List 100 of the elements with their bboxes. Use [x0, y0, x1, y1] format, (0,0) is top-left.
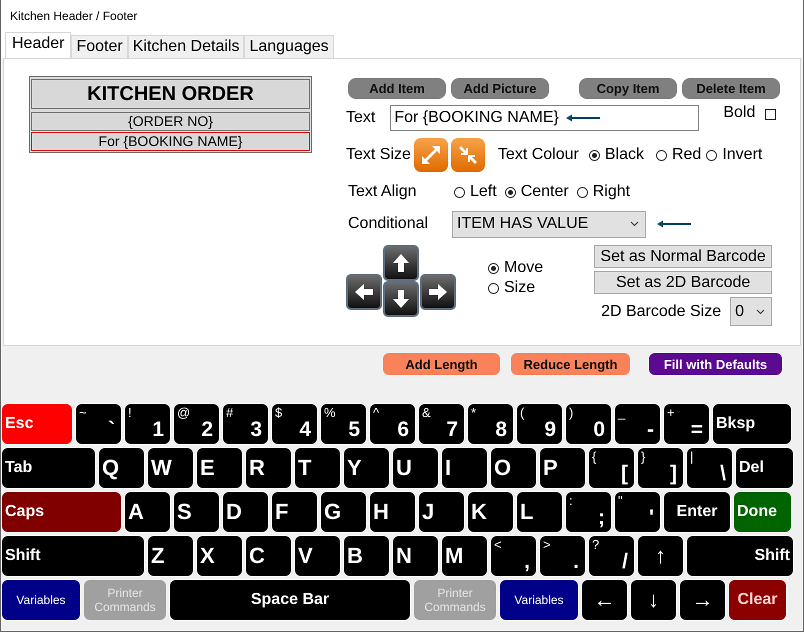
- barcode-button[interactable]: Set as 2D Barcode: [594, 271, 772, 294]
- key[interactable]: ( 9: [517, 404, 562, 444]
- arrow-icon: [390, 288, 412, 310]
- key[interactable]: Bksp: [713, 404, 791, 444]
- radio-label: Center: [520, 183, 569, 201]
- key[interactable]: U: [393, 448, 438, 488]
- shrink-button[interactable]: [450, 138, 485, 172]
- radio-button[interactable]: [488, 282, 499, 294]
- conditional-dropdown[interactable]: ITEM HAS VALUE: [452, 210, 646, 238]
- length-button[interactable]: Reduce Length: [511, 353, 630, 375]
- key[interactable]: % 5: [321, 404, 366, 444]
- toolbar-button[interactable]: Copy Item: [579, 78, 677, 99]
- key[interactable]: Shift: [2, 536, 144, 576]
- key[interactable]: Del: [736, 448, 793, 488]
- radio-button[interactable]: [504, 186, 516, 198]
- key[interactable]: K: [468, 492, 513, 532]
- key[interactable]: ? /: [589, 536, 634, 576]
- key[interactable]: Shift: [687, 536, 793, 576]
- key[interactable]: T: [295, 448, 340, 488]
- move-up-button[interactable]: [383, 245, 419, 281]
- key[interactable]: L: [517, 492, 562, 532]
- key[interactable]: Caps: [2, 492, 121, 532]
- field-label: Conditional: [348, 215, 430, 233]
- key[interactable]: P: [540, 448, 585, 488]
- key[interactable]: " ': [615, 492, 660, 532]
- key[interactable]: + =: [664, 404, 709, 444]
- radio-button[interactable]: [588, 150, 600, 160]
- barcode-button[interactable]: Set as Normal Barcode: [594, 245, 772, 268]
- key[interactable]: $ 4: [272, 404, 317, 444]
- key[interactable]: } ]: [638, 448, 683, 488]
- key[interactable]: W: [148, 448, 193, 488]
- key[interactable]: Y: [344, 448, 389, 488]
- barcode-size-dropdown[interactable]: 0: [730, 297, 772, 326]
- move-down-button[interactable]: [383, 281, 419, 317]
- key[interactable]: A: [125, 492, 170, 532]
- key[interactable]: B: [344, 536, 389, 576]
- key[interactable]: I: [442, 448, 487, 488]
- toolbar-button[interactable]: Add Picture: [451, 78, 549, 99]
- key[interactable]: V: [295, 536, 340, 576]
- key[interactable]: R: [246, 448, 291, 488]
- tab[interactable]: Footer: [71, 35, 128, 58]
- key[interactable]: F: [272, 492, 317, 532]
- key[interactable]: Tab: [2, 448, 95, 488]
- key[interactable]: & 7: [419, 404, 464, 444]
- key[interactable]: O: [491, 448, 536, 488]
- key[interactable]: Clear: [729, 580, 786, 620]
- key[interactable]: ! 1: [125, 404, 170, 444]
- text-field[interactable]: For {BOOKING NAME}: [390, 105, 700, 131]
- key[interactable]: _ -: [615, 404, 660, 444]
- key[interactable]: G: [321, 492, 366, 532]
- key[interactable]: S: [174, 492, 219, 532]
- key[interactable]: Variables: [2, 580, 80, 620]
- radio-button[interactable]: [488, 262, 499, 274]
- arrow-icon: [390, 252, 412, 274]
- key[interactable]: Done: [734, 492, 791, 532]
- move-right-button[interactable]: [420, 274, 456, 310]
- length-button[interactable]: Fill with Defaults: [649, 353, 782, 375]
- enlarge-button[interactable]: [414, 138, 448, 172]
- key[interactable]: @ 2: [174, 404, 219, 444]
- key[interactable]: ~ `: [76, 404, 121, 444]
- key[interactable]: # 3: [223, 404, 268, 444]
- key[interactable]: : ;: [566, 492, 611, 532]
- key[interactable]: N: [393, 536, 438, 576]
- radio-button[interactable]: [706, 150, 718, 160]
- key[interactable]: X: [197, 536, 242, 576]
- key[interactable]: < ,: [491, 536, 536, 576]
- key[interactable]: ) 0: [566, 404, 611, 444]
- move-left-button[interactable]: [346, 274, 382, 310]
- shrink-icon: [456, 144, 479, 166]
- checkbox[interactable]: [765, 109, 776, 120]
- key[interactable]: ^ 6: [370, 404, 415, 444]
- radio-button[interactable]: [454, 186, 465, 198]
- key[interactable]: H: [370, 492, 415, 532]
- tab[interactable]: Kitchen Details: [128, 35, 244, 58]
- length-button[interactable]: Add Length: [383, 353, 500, 375]
- key[interactable]: M: [442, 536, 487, 576]
- key[interactable]: ↑: [638, 536, 683, 576]
- key[interactable]: D: [223, 492, 268, 532]
- key[interactable]: J: [419, 492, 464, 532]
- tab[interactable]: Languages: [244, 35, 334, 58]
- key[interactable]: Q: [99, 448, 144, 488]
- key[interactable]: C: [246, 536, 291, 576]
- toolbar-button[interactable]: Add Item: [348, 78, 446, 99]
- tab[interactable]: Header: [5, 32, 72, 58]
- toolbar-button[interactable]: Delete Item: [682, 78, 780, 99]
- radio-button[interactable]: [576, 186, 588, 198]
- key[interactable]: Esc: [2, 404, 72, 444]
- key[interactable]: Variables: [500, 580, 578, 620]
- key[interactable]: ↓: [631, 580, 676, 620]
- key[interactable]: * 8: [468, 404, 513, 444]
- key[interactable]: Enter: [664, 492, 730, 532]
- radio-button[interactable]: [656, 150, 667, 160]
- space-bar-key[interactable]: Space Bar: [170, 580, 410, 620]
- key[interactable]: > .: [540, 536, 585, 576]
- key[interactable]: { [: [589, 448, 634, 488]
- key[interactable]: E: [197, 448, 242, 488]
- key[interactable]: Z: [148, 536, 193, 576]
- key[interactable]: →: [680, 580, 725, 620]
- key[interactable]: | \: [687, 448, 732, 488]
- key[interactable]: ←: [582, 580, 627, 620]
